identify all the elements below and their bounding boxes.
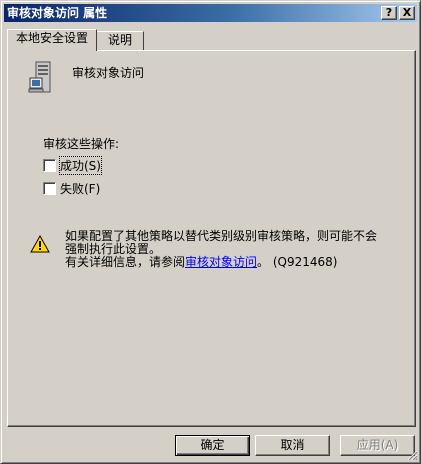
server-computer-icon	[28, 61, 51, 93]
audit-object-access-link[interactable]: 审核对象访问	[185, 255, 257, 269]
properties-dialog: 审核对象访问 属性 ? X 本地安全设置 说明 审核对象访问 审核这些操作: 成…	[0, 0, 421, 464]
success-checkbox[interactable]	[43, 159, 56, 172]
dialog-title: 审核对象访问 属性	[7, 6, 108, 20]
success-label[interactable]: 成功(S)	[59, 156, 102, 175]
warning-line-3: 有关详细信息，请参阅审核对象访问。 (Q921468)	[65, 256, 377, 269]
title-bar[interactable]: 审核对象访问 属性 ? X	[4, 4, 417, 22]
cancel-button[interactable]: 取消	[255, 435, 330, 456]
warning-text: 如果配置了其他策略以替代类别级别审核策略，则可能不会 强制执行此设置。 有关详细…	[65, 230, 377, 269]
ok-button[interactable]: 确定	[175, 435, 250, 456]
resize-grip-icon[interactable]	[406, 449, 418, 461]
apply-button[interactable]: 应用(A)	[340, 435, 415, 456]
failure-checkbox[interactable]	[43, 182, 56, 195]
warning-line-3-prefix: 有关详细信息，请参阅	[65, 255, 186, 269]
help-button[interactable]: ?	[381, 6, 397, 20]
audit-group-label: 审核这些操作:	[43, 137, 120, 151]
policy-name: 审核对象访问	[72, 66, 145, 80]
tab-panel: 审核对象访问 审核这些操作: 成功(S) 失败(F) 如果配置了其他策略以替代类…	[7, 50, 416, 427]
tab-label: 本地安全设置	[15, 31, 88, 45]
tab-explain[interactable]: 说明	[96, 31, 144, 50]
failure-label[interactable]: 失败(F)	[60, 180, 100, 197]
close-button[interactable]: X	[399, 6, 415, 20]
warning-kb-reference: 。 (Q921468)	[257, 255, 338, 269]
tab-local-security-setting[interactable]: 本地安全设置	[7, 29, 97, 51]
warning-triangle-icon	[30, 235, 50, 253]
tab-label: 说明	[107, 33, 132, 47]
